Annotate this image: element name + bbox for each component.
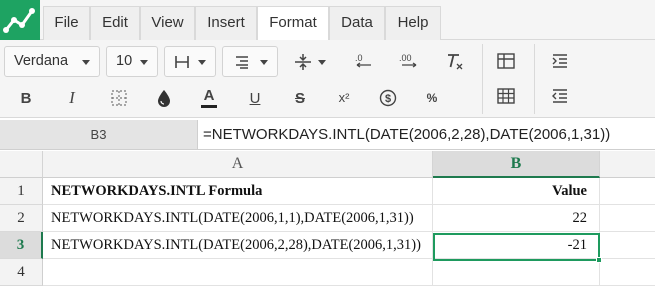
svg-text:$: $: [385, 93, 391, 105]
chevron-down-icon: [82, 60, 90, 65]
toolbar-divider: [534, 44, 535, 114]
row-header-4[interactable]: 4: [0, 259, 43, 286]
app-logo-icon: [0, 0, 40, 40]
font-family-dropdown[interactable]: Verdana: [4, 46, 100, 77]
valign-dropdown[interactable]: [284, 46, 336, 77]
cell-a1[interactable]: NETWORKDAYS.INTL Formula: [43, 178, 433, 205]
menu-data[interactable]: Data: [329, 6, 385, 40]
row-header-2[interactable]: 2: [0, 205, 43, 232]
svg-text:.0: .0: [355, 53, 363, 63]
svg-text:.00: .00: [399, 53, 412, 63]
menu-help[interactable]: Help: [385, 6, 441, 40]
text-color-swatch: [201, 105, 217, 108]
cell-c1[interactable]: [600, 178, 655, 205]
spreadsheet-grid: A B 1 NETWORKDAYS.INTL Formula Value 2 N…: [0, 151, 655, 291]
cell-b2[interactable]: 22: [433, 205, 600, 232]
superscript-icon[interactable]: x²: [332, 85, 356, 109]
align-icon: [236, 56, 248, 69]
text-color-label: A: [203, 87, 215, 104]
row-header-1[interactable]: 1: [0, 178, 43, 205]
valign-icon: [295, 54, 311, 70]
align-dropdown[interactable]: [222, 46, 278, 77]
bold-icon[interactable]: B: [14, 86, 38, 110]
cell-a2[interactable]: NETWORKDAYS.INTL(DATE(2006,1,1),DATE(200…: [43, 205, 433, 232]
font-size-dropdown[interactable]: 10: [106, 46, 158, 77]
font-family-value: Verdana: [14, 53, 69, 69]
table-icon[interactable]: [494, 84, 518, 108]
font-size-value: 10: [116, 53, 133, 69]
cell-b4[interactable]: [433, 259, 600, 286]
underline-icon[interactable]: U: [243, 86, 267, 110]
borders-icon: [175, 56, 189, 68]
cell-b1[interactable]: Value: [433, 178, 600, 205]
menu-insert[interactable]: Insert: [195, 6, 257, 40]
column-header-b[interactable]: B: [433, 151, 600, 178]
freeze-icon[interactable]: [494, 49, 518, 73]
percent-icon[interactable]: %: [420, 86, 444, 110]
decrease-decimals-icon[interactable]: .0: [352, 49, 376, 73]
column-header-c[interactable]: [600, 151, 655, 178]
indent-icon[interactable]: [548, 49, 572, 73]
italic-icon[interactable]: I: [60, 86, 84, 110]
menu-file[interactable]: File: [43, 6, 90, 40]
cell-c3[interactable]: [600, 232, 655, 259]
chevron-down-icon: [140, 60, 148, 65]
name-box[interactable]: B3: [0, 120, 198, 149]
increase-decimals-icon[interactable]: .00: [397, 49, 421, 73]
menu-edit[interactable]: Edit: [90, 6, 140, 40]
chevron-down-icon: [260, 60, 268, 65]
gridlines-icon[interactable]: [107, 86, 131, 110]
cell-c4[interactable]: [600, 259, 655, 286]
cell-a4[interactable]: [43, 259, 433, 286]
chevron-down-icon: [318, 60, 326, 65]
currency-icon[interactable]: $: [376, 86, 400, 110]
outdent-icon[interactable]: [548, 84, 572, 108]
strikethrough-icon[interactable]: S: [288, 86, 312, 110]
cell-c2[interactable]: [600, 205, 655, 232]
menu-format[interactable]: Format: [257, 6, 329, 41]
text-color-icon[interactable]: A: [197, 86, 221, 110]
cell-b3[interactable]: -21: [433, 232, 600, 259]
formula-bar: B3 =NETWORKDAYS.INTL(DATE(2006,2,28),DAT…: [0, 120, 655, 150]
borders-dropdown[interactable]: [164, 46, 216, 77]
select-all-corner[interactable]: [0, 151, 43, 178]
menu-view[interactable]: View: [140, 6, 195, 40]
column-header-a[interactable]: A: [43, 151, 433, 178]
fill-color-icon[interactable]: [152, 86, 176, 110]
menu-bar: File Edit View Insert Format Data Help: [0, 0, 655, 41]
row-header-3[interactable]: 3: [0, 232, 43, 259]
clear-format-icon[interactable]: [442, 49, 466, 73]
formula-input[interactable]: =NETWORKDAYS.INTL(DATE(2006,2,28),DATE(2…: [203, 120, 610, 149]
toolbar-divider: [482, 44, 483, 114]
toolbar: Verdana 10 .0 .00 B I A U S x² $ %: [0, 40, 655, 118]
chevron-down-icon: [198, 60, 206, 65]
cell-a3[interactable]: NETWORKDAYS.INTL(DATE(2006,2,28),DATE(20…: [43, 232, 433, 259]
